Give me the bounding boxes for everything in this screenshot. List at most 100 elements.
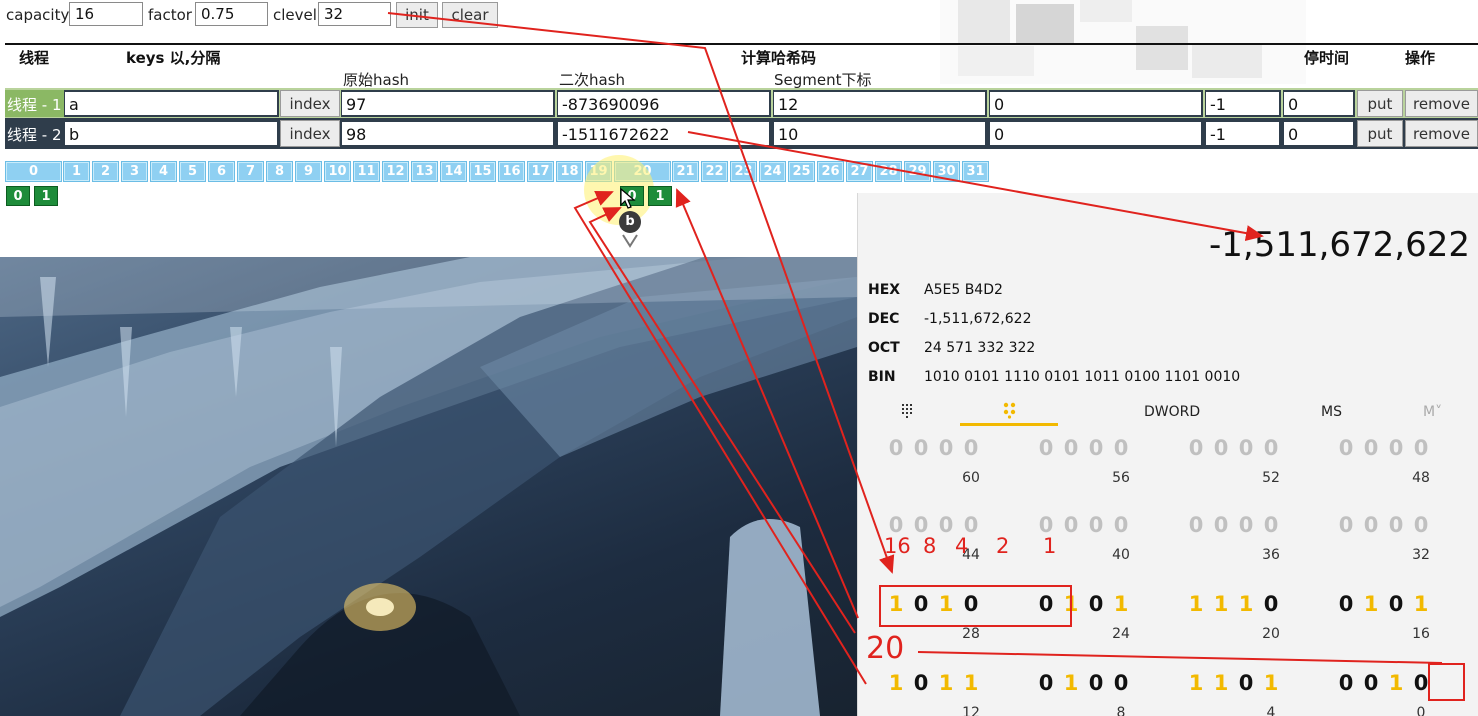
- bit-toggle[interactable]: 0: [1336, 671, 1356, 695]
- segment-28[interactable]: 28: [875, 161, 902, 182]
- bit-toggle[interactable]: 0: [911, 671, 931, 695]
- key-input[interactable]: b: [64, 120, 279, 147]
- put-button[interactable]: put: [1357, 120, 1403, 147]
- segment-3[interactable]: 3: [121, 161, 148, 182]
- bit-toggle[interactable]: 0: [1211, 436, 1231, 460]
- segment-23[interactable]: 23: [730, 161, 757, 182]
- bit-toggle[interactable]: 0: [1336, 513, 1356, 537]
- segment-1[interactable]: 1: [63, 161, 90, 182]
- bit-toggle[interactable]: 0: [1411, 436, 1431, 460]
- bit-toggle[interactable]: 0: [1411, 513, 1431, 537]
- segment-4[interactable]: 4: [150, 161, 177, 182]
- segment-31[interactable]: 31: [962, 161, 989, 182]
- bit-toggle[interactable]: 0: [1061, 513, 1081, 537]
- bit-toggle[interactable]: 0: [1061, 436, 1081, 460]
- bit-toggle[interactable]: 0: [936, 436, 956, 460]
- word-size-button[interactable]: DWORD: [1144, 404, 1200, 420]
- bit-toggle[interactable]: 0: [1086, 671, 1106, 695]
- memory-list-button[interactable]: M˅: [1423, 404, 1442, 420]
- bit-toggle[interactable]: 1: [1386, 671, 1406, 695]
- segment-12[interactable]: 12: [382, 161, 409, 182]
- bit-toggle[interactable]: 0: [1261, 436, 1281, 460]
- bit-toggle[interactable]: 1: [1186, 671, 1206, 695]
- segment-0[interactable]: 0: [5, 161, 62, 182]
- bit-toggle[interactable]: 1: [1111, 592, 1131, 616]
- index-button[interactable]: index: [280, 90, 340, 117]
- bit-toggle[interactable]: 0: [1086, 436, 1106, 460]
- bit-toggle[interactable]: 1: [936, 671, 956, 695]
- bit-toggle[interactable]: 0: [1386, 592, 1406, 616]
- bit-toggle[interactable]: 0: [1186, 513, 1206, 537]
- factor-input[interactable]: [195, 2, 268, 26]
- bit-toggle[interactable]: 0: [1361, 513, 1381, 537]
- bit-toggling-keypad-icon[interactable]: [1001, 401, 1019, 419]
- bit-toggle[interactable]: 0: [1361, 436, 1381, 460]
- segment-21[interactable]: 21: [672, 161, 699, 182]
- bit-toggle[interactable]: 0: [961, 436, 981, 460]
- oct-label[interactable]: OCT: [868, 340, 900, 356]
- bit-toggle[interactable]: 0: [1261, 592, 1281, 616]
- segment-10[interactable]: 10: [324, 161, 351, 182]
- full-keypad-icon[interactable]: [901, 403, 917, 419]
- bit-toggle[interactable]: 1: [961, 671, 981, 695]
- segment-15[interactable]: 15: [469, 161, 496, 182]
- segment-25[interactable]: 25: [788, 161, 815, 182]
- capacity-input[interactable]: [69, 2, 143, 26]
- segment-11[interactable]: 11: [353, 161, 380, 182]
- remove-button[interactable]: remove: [1405, 120, 1478, 147]
- bit-toggle[interactable]: 1: [1061, 671, 1081, 695]
- bit-toggle[interactable]: 0: [1111, 436, 1131, 460]
- clevel-input[interactable]: [318, 2, 391, 26]
- segment-24[interactable]: 24: [759, 161, 786, 182]
- bit-toggle[interactable]: 0: [1236, 513, 1256, 537]
- bit-toggle[interactable]: 1: [1411, 592, 1431, 616]
- bit-toggle[interactable]: 1: [1261, 671, 1281, 695]
- bit-toggle[interactable]: 0: [1086, 513, 1106, 537]
- segment-29[interactable]: 29: [904, 161, 931, 182]
- segment-6[interactable]: 6: [208, 161, 235, 182]
- bit-toggle[interactable]: 1: [1211, 671, 1231, 695]
- bit-toggle[interactable]: 0: [1186, 436, 1206, 460]
- segment-27[interactable]: 27: [846, 161, 873, 182]
- bit-toggle[interactable]: 1: [1361, 592, 1381, 616]
- pause-time-input[interactable]: 0: [1283, 90, 1355, 117]
- bit-toggle[interactable]: 0: [936, 513, 956, 537]
- segment-17[interactable]: 17: [527, 161, 554, 182]
- segment-16[interactable]: 16: [498, 161, 525, 182]
- bit-toggle[interactable]: 1: [1236, 592, 1256, 616]
- bit-toggle[interactable]: 1: [1211, 592, 1231, 616]
- segment-30[interactable]: 30: [933, 161, 960, 182]
- memory-store-button[interactable]: MS: [1321, 404, 1342, 420]
- bit-toggle[interactable]: 0: [1086, 592, 1106, 616]
- segment-0-node[interactable]: 1: [34, 186, 58, 206]
- hex-label[interactable]: HEX: [868, 282, 900, 298]
- bit-toggle[interactable]: 0: [1236, 671, 1256, 695]
- segment-22[interactable]: 22: [701, 161, 728, 182]
- put-button[interactable]: put: [1357, 90, 1403, 117]
- segment-13[interactable]: 13: [411, 161, 438, 182]
- bit-toggle[interactable]: 0: [1336, 592, 1356, 616]
- bit-toggle[interactable]: 0: [1111, 671, 1131, 695]
- bit-toggle[interactable]: 0: [1261, 513, 1281, 537]
- segment-5[interactable]: 5: [179, 161, 206, 182]
- bit-toggle[interactable]: 0: [1236, 436, 1256, 460]
- bit-toggle[interactable]: 1: [1186, 592, 1206, 616]
- segment-20-node[interactable]: 1: [648, 186, 672, 206]
- bit-toggle[interactable]: 0: [911, 436, 931, 460]
- segment-7[interactable]: 7: [237, 161, 264, 182]
- segment-9[interactable]: 9: [295, 161, 322, 182]
- dec-label[interactable]: DEC: [868, 311, 899, 327]
- bit-toggle[interactable]: 0: [1111, 513, 1131, 537]
- segment-0-node[interactable]: 0: [6, 186, 30, 206]
- segment-2[interactable]: 2: [92, 161, 119, 182]
- bit-toggle[interactable]: 0: [1361, 671, 1381, 695]
- init-button[interactable]: init: [396, 2, 438, 28]
- bit-toggle[interactable]: 1: [886, 671, 906, 695]
- segment-18[interactable]: 18: [556, 161, 583, 182]
- segment-26[interactable]: 26: [817, 161, 844, 182]
- bit-toggle[interactable]: 0: [1211, 513, 1231, 537]
- remove-button[interactable]: remove: [1405, 90, 1478, 117]
- bit-toggle[interactable]: 0: [1386, 436, 1406, 460]
- bit-toggle[interactable]: 0: [886, 436, 906, 460]
- bin-label[interactable]: BIN: [868, 369, 896, 385]
